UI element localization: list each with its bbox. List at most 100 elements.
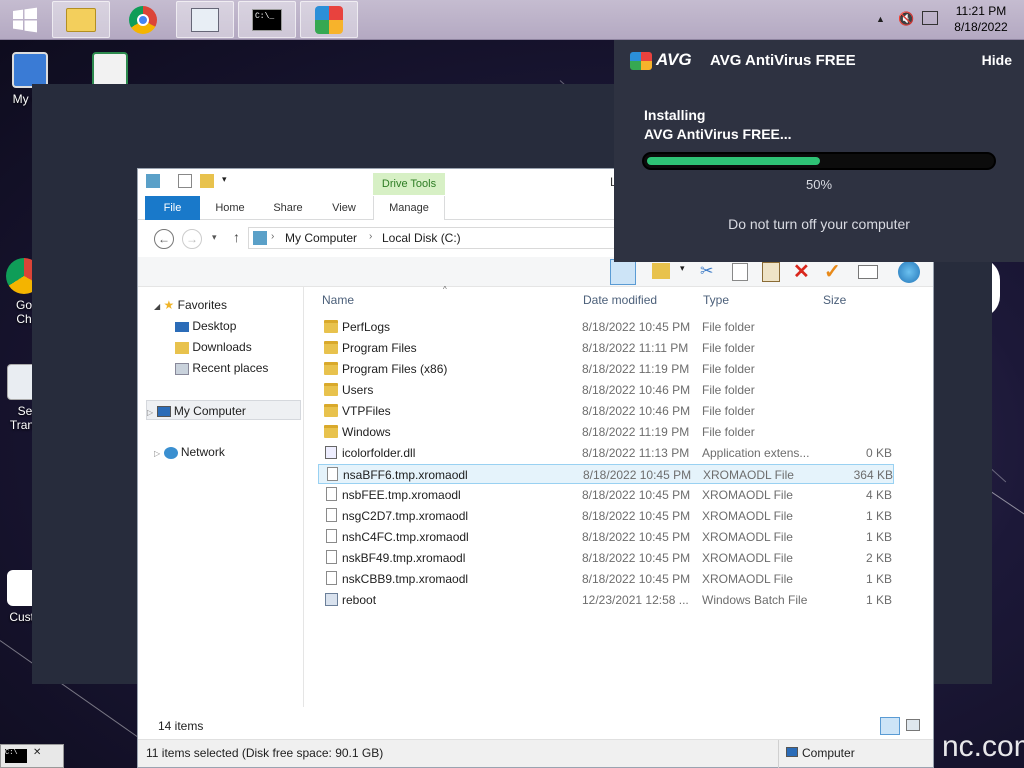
file-row[interactable]: VTPFiles 8/18/2022 10:46 PM File folder — [318, 401, 894, 421]
tab-file[interactable]: File — [145, 196, 200, 220]
file-name: Windows — [342, 425, 391, 439]
recent-locations-icon[interactable]: ▾ — [212, 232, 217, 243]
navigation-pane: ◢ ★ Favorites Desktop Downloads Recent p… — [138, 287, 304, 707]
avg-title: AVG AntiVirus FREE — [710, 52, 856, 69]
file-row[interactable]: Windows 8/18/2022 11:19 PM File folder — [318, 422, 894, 442]
file-date-modified: 12/23/2021 12:58 ... — [582, 593, 689, 607]
column-size[interactable]: Size — [823, 293, 846, 311]
taskbar-avg[interactable] — [300, 1, 358, 38]
start-button[interactable] — [0, 1, 50, 38]
folder-icon — [324, 404, 338, 417]
file-row[interactable]: Program Files 8/18/2022 11:11 PM File fold… — [318, 338, 894, 358]
progress-fill — [647, 157, 820, 165]
back-icon[interactable]: ← — [154, 229, 174, 249]
file-row[interactable]: nskBF49.tmp.xromaodl 8/18/2022 10:45 PM XR… — [318, 548, 894, 568]
details-view-icon[interactable] — [880, 717, 900, 735]
network-icon[interactable] — [922, 11, 938, 25]
dropdown-icon[interactable]: ▾ — [680, 263, 685, 274]
taskbar-command-prompt[interactable]: C:\_ — [238, 1, 296, 38]
status-divider — [778, 740, 779, 768]
tab-share[interactable]: Share — [260, 196, 316, 220]
file-date-modified: 8/18/2022 10:46 PM — [582, 404, 691, 418]
file-date-modified: 8/18/2022 10:46 PM — [582, 383, 691, 397]
nav-favorites[interactable]: ◢ ★ Favorites — [154, 295, 227, 315]
breadcrumb-my-computer[interactable]: My Computer — [285, 231, 357, 245]
folder-icon — [324, 362, 338, 375]
file-date-modified: 8/18/2022 10:45 PM — [582, 488, 691, 502]
tab-home[interactable]: Home — [202, 196, 258, 220]
file-size: 2 KB — [865, 551, 892, 565]
file-row[interactable]: PerfLogs 8/18/2022 10:45 PM File folder — [318, 317, 894, 337]
file-size: 1 KB — [865, 509, 892, 523]
globe-icon[interactable] — [898, 261, 920, 283]
file-date-modified: 8/18/2022 10:45 PM — [582, 320, 691, 334]
column-date-modified[interactable]: Date modified — [583, 293, 657, 311]
file-name: Users — [342, 383, 374, 397]
file-icon — [326, 508, 337, 522]
tab-view[interactable]: View — [316, 196, 372, 220]
file-name: Program Files (x86) — [342, 362, 448, 376]
file-row[interactable]: Users 8/18/2022 10:46 PM File folder — [318, 380, 894, 400]
copy-icon[interactable] — [732, 263, 748, 281]
rename-icon[interactable] — [858, 265, 878, 279]
hide-button[interactable]: Hide — [982, 52, 1012, 68]
file-row[interactable]: nskCBB9.tmp.xromaodl 8/18/2022 10:45 PM XR… — [318, 569, 894, 589]
file-icon — [327, 467, 338, 481]
view-pane-icon[interactable] — [610, 259, 636, 285]
nav-network[interactable]: ▷ Network — [154, 442, 225, 462]
taskbar-chrome[interactable] — [114, 1, 172, 38]
dll-file-icon — [325, 446, 337, 459]
file-type: File folder — [702, 404, 755, 418]
tab-manage[interactable]: Manage — [373, 196, 445, 221]
drive-icon — [146, 174, 160, 188]
item-count: 14 items — [158, 719, 204, 733]
file-row[interactable]: reboot 12/23/2021 12:58 ... Windows Batch … — [318, 590, 894, 610]
show-hidden-icons-icon[interactable]: ▲ — [876, 14, 885, 24]
paste-icon[interactable] — [762, 262, 780, 282]
file-row[interactable]: icolorfolder.dll 8/18/2022 11:13 PM Applic… — [318, 443, 894, 463]
file-type: File folder — [702, 362, 755, 376]
taskbar-task-manager[interactable] — [176, 1, 234, 38]
nav-downloads[interactable]: Downloads — [175, 337, 252, 357]
folder-options-icon[interactable] — [652, 263, 670, 279]
system-clock[interactable]: 11:21 PM 8/18/2022 — [946, 3, 1016, 35]
file-row[interactable]: nsaBFF6.tmp.xromaodl 8/18/2022 10:45 PM XR… — [318, 464, 894, 484]
file-type: Windows Batch File — [702, 593, 808, 607]
column-name[interactable]: Name — [322, 293, 354, 311]
close-icon[interactable]: ✕ — [33, 747, 41, 758]
volume-muted-icon[interactable]: 🔇 — [898, 11, 914, 27]
large-icons-view-icon[interactable] — [906, 719, 920, 731]
file-row[interactable]: Program Files (x86) 8/18/2022 11:19 PM Fil… — [318, 359, 894, 379]
file-row[interactable]: nsbFEE.tmp.xromaodl 8/18/2022 10:45 PM XRO… — [318, 485, 894, 505]
up-icon[interactable]: ↑ — [233, 229, 240, 245]
forward-icon[interactable]: → — [182, 229, 202, 249]
customize-qat-icon[interactable]: ▾ — [222, 174, 227, 185]
file-date-modified: 8/18/2022 11:11 PM — [582, 341, 689, 355]
desktop-icon — [175, 321, 189, 332]
file-type: Application extens... — [702, 446, 810, 460]
file-date-modified: 8/18/2022 10:45 PM — [582, 530, 691, 544]
taskbar-file-explorer[interactable] — [52, 1, 110, 38]
nav-my-computer[interactable]: ▷ My Computer — [146, 400, 301, 420]
new-folder-icon[interactable] — [200, 174, 214, 188]
file-row[interactable]: nsgC2D7.tmp.xromaodl 8/18/2022 10:45 PM XR… — [318, 506, 894, 526]
computer-icon — [156, 406, 171, 418]
computer-icon — [786, 747, 798, 757]
breadcrumb-local-disk[interactable]: Local Disk (C:) — [382, 231, 461, 245]
file-row[interactable]: nshC4FC.tmp.xromaodl 8/18/2022 10:45 PM XR… — [318, 527, 894, 547]
delete-icon[interactable]: ✕ — [793, 259, 810, 284]
properties-icon[interactable] — [178, 174, 192, 188]
nav-desktop[interactable]: Desktop — [175, 316, 236, 336]
file-name: Program Files — [342, 341, 417, 355]
nav-recent-places[interactable]: Recent places — [175, 358, 268, 378]
folder-icon — [324, 425, 338, 438]
minimized-console-window[interactable]: C:\ ✕ — [0, 744, 64, 768]
status-location: Computer — [802, 746, 855, 760]
checkmark-icon[interactable]: ✓ — [824, 259, 841, 284]
file-icon — [326, 529, 337, 543]
install-warning: Do not turn off your computer — [728, 216, 910, 232]
cut-icon[interactable]: ✂ — [700, 261, 713, 281]
file-date-modified: 8/18/2022 10:45 PM — [583, 468, 692, 482]
column-type[interactable]: Type — [703, 293, 729, 311]
file-type: XROMAODL File — [702, 530, 793, 544]
